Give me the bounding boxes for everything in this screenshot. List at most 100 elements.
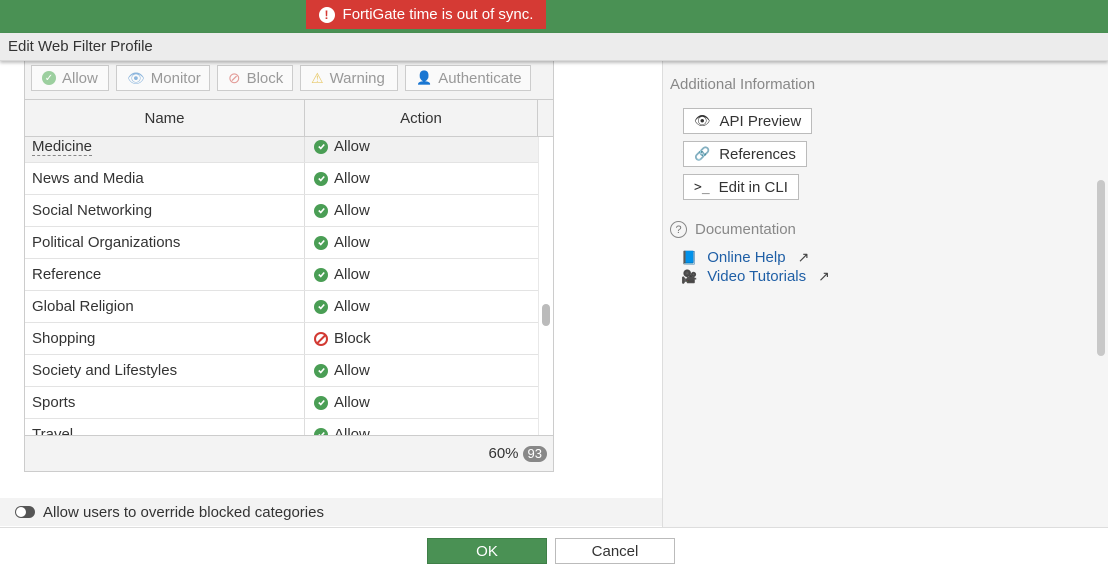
row-action: Allow <box>334 266 370 283</box>
row-action-cell: Allow <box>305 259 538 290</box>
row-name: Sports <box>32 394 76 411</box>
check-circle-icon <box>314 203 328 218</box>
external-link-icon: ↗ <box>818 268 830 284</box>
row-name: Society and Lifestyles <box>32 362 178 379</box>
table-footer-percent: 60% <box>488 445 519 462</box>
eye-icon: 👁 <box>127 69 145 86</box>
table-scroll-thumb[interactable] <box>542 304 550 326</box>
link-icon: 🔗 <box>694 146 711 161</box>
online-help-link[interactable]: 📘 Online Help ↗ <box>681 249 809 266</box>
column-header-name[interactable]: Name <box>25 100 305 137</box>
row-name: Shopping <box>32 330 96 347</box>
table-count-badge: 93 <box>522 445 547 462</box>
table-row[interactable]: Travel Allow <box>25 419 538 435</box>
additional-info-heading: Additional Information <box>670 76 816 93</box>
table-row[interactable]: Medicine Allow <box>25 137 538 163</box>
page-title: Edit Web Filter Profile <box>0 33 1108 61</box>
edit-in-cli-label: Edit in CLI <box>718 178 788 196</box>
references-button[interactable]: 🔗 References <box>683 141 807 167</box>
filter-warning-label: Warning <box>329 69 385 87</box>
alert-text: FortiGate time is out of sync. <box>342 6 534 23</box>
check-circle-icon <box>314 299 328 314</box>
row-name-cell: Travel <box>25 419 305 435</box>
row-action: Allow <box>334 202 370 219</box>
row-action-cell: Allow <box>305 195 538 226</box>
dialog-footer: OK Cancel <box>0 527 1108 569</box>
online-help-label: Online Help <box>707 249 786 266</box>
video-tutorials-label: Video Tutorials <box>707 268 807 285</box>
filter-warning-button[interactable]: ⚠ Warning <box>300 65 398 91</box>
category-table: Name Action Medicine Allow News and Medi… <box>24 99 554 472</box>
filter-allow-label: Allow <box>62 69 98 87</box>
check-circle-icon <box>314 395 328 410</box>
table-header: Name Action <box>25 100 553 137</box>
check-circle-icon <box>314 139 328 154</box>
table-row[interactable]: Political Organizations Allow <box>25 227 538 259</box>
top-bar: ! FortiGate time is out of sync. <box>0 0 1108 33</box>
row-action-cell: Allow <box>305 227 538 258</box>
api-preview-label: API Preview <box>719 112 802 130</box>
references-label: References <box>719 145 796 163</box>
action-filter-bar: ✓ Allow 👁 Monitor ⊘ Block ⚠ Warning 👤 Au… <box>24 61 554 99</box>
row-name-cell: Society and Lifestyles <box>25 355 305 386</box>
row-action: Allow <box>334 298 370 315</box>
video-icon: 🎥 <box>681 268 698 284</box>
row-name: Global Religion <box>32 298 134 315</box>
check-circle-icon <box>314 235 328 250</box>
table-row[interactable]: Sports Allow <box>25 387 538 419</box>
table-row[interactable]: Social Networking Allow <box>25 195 538 227</box>
time-sync-alert[interactable]: ! FortiGate time is out of sync. <box>306 0 546 29</box>
row-name-cell: Sports <box>25 387 305 418</box>
row-action: Allow <box>334 170 370 187</box>
cancel-button[interactable]: Cancel <box>555 538 675 564</box>
row-name-cell: Social Networking <box>25 195 305 226</box>
row-action-cell: Block <box>305 323 538 354</box>
filter-authenticate-label: Authenticate <box>438 69 522 87</box>
api-preview-button[interactable]: 👁 API Preview <box>683 108 813 134</box>
row-name: Travel <box>32 426 74 435</box>
table-scrollbar[interactable] <box>538 137 553 435</box>
row-name: Social Networking <box>32 202 153 219</box>
filter-block-button[interactable]: ⊘ Block <box>217 65 293 91</box>
row-action: Allow <box>334 362 370 379</box>
terminal-icon: >_ <box>694 179 710 195</box>
table-body: Medicine Allow News and Media Allow Soci… <box>25 137 538 435</box>
row-action-cell: Allow <box>305 291 538 322</box>
row-name: Political Organizations <box>32 234 181 251</box>
right-panel-scrollbar[interactable] <box>1097 180 1105 356</box>
row-name-cell: News and Media <box>25 163 305 194</box>
filter-monitor-button[interactable]: 👁 Monitor <box>116 65 210 91</box>
documentation-heading: ? Documentation <box>670 221 796 238</box>
row-action-cell: Allow <box>305 355 538 386</box>
row-name: News and Media <box>32 170 144 187</box>
row-action: Allow <box>334 394 370 411</box>
table-row[interactable]: News and Media Allow <box>25 163 538 195</box>
table-row[interactable]: Shopping Block <box>25 323 538 355</box>
table-row[interactable]: Reference Allow <box>25 259 538 291</box>
table-row[interactable]: Global Religion Allow <box>25 291 538 323</box>
filter-allow-button[interactable]: ✓ Allow <box>31 65 109 91</box>
override-toggle[interactable] <box>15 506 35 518</box>
video-tutorials-link[interactable]: 🎥 Video Tutorials ↗ <box>681 268 830 285</box>
filter-authenticate-button[interactable]: 👤 Authenticate <box>405 65 531 91</box>
row-action-cell: Allow <box>305 163 538 194</box>
check-circle-icon <box>314 363 328 378</box>
row-action: Block <box>334 330 371 347</box>
external-link-icon: ↗ <box>797 249 810 265</box>
row-action: Allow <box>334 426 370 435</box>
row-action-cell: Allow <box>305 387 538 418</box>
edit-in-cli-button[interactable]: >_ Edit in CLI <box>683 174 799 200</box>
exclamation-icon: ! <box>318 6 335 23</box>
row-name[interactable]: Medicine <box>32 138 93 156</box>
row-action-cell: Allow <box>305 137 538 162</box>
column-header-action[interactable]: Action <box>305 100 538 137</box>
check-circle-icon <box>314 427 328 435</box>
row-action: Allow <box>334 234 370 251</box>
ok-button[interactable]: OK <box>427 538 547 564</box>
row-action-cell: Allow <box>305 419 538 435</box>
block-icon: ⊘ <box>228 70 241 87</box>
warning-icon: ⚠ <box>311 69 324 86</box>
table-row[interactable]: Society and Lifestyles Allow <box>25 355 538 387</box>
check-circle-icon: ✓ <box>42 71 56 85</box>
table-footer: 60% 93 <box>25 435 553 471</box>
